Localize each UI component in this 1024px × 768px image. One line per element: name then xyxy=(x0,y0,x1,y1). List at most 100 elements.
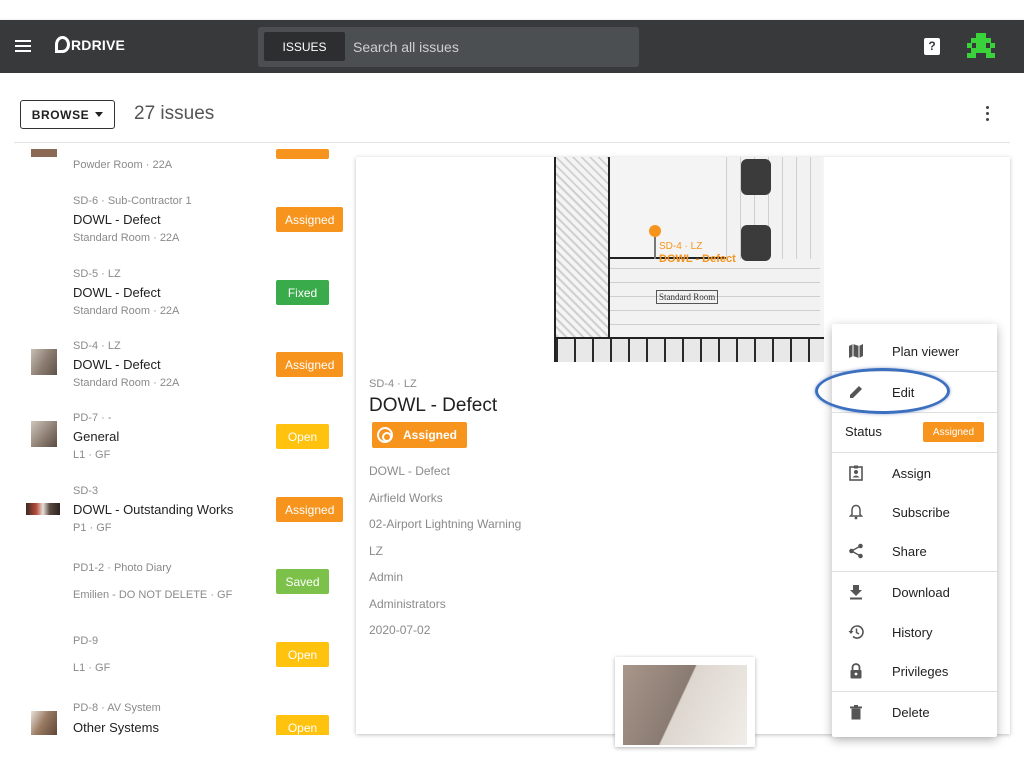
issue-meta: PD-9 xyxy=(73,635,99,647)
list-item[interactable]: SD-5 · LZ DOWL - Defect Standard Room · … xyxy=(14,266,344,338)
issue-location: P1 · GF xyxy=(73,522,112,534)
lock-icon xyxy=(850,663,862,679)
search-bar: ISSUES xyxy=(258,27,639,67)
photo-image xyxy=(623,665,747,745)
assigned-status-icon xyxy=(377,427,393,443)
pin-meta: SD-4 · LZ xyxy=(659,241,703,252)
trash-icon xyxy=(850,705,862,720)
menu-item-assign[interactable]: Assign xyxy=(832,453,997,493)
issue-thumbnail xyxy=(26,503,60,515)
menu-item-label: Subscribe xyxy=(892,504,950,520)
issue-title: DOWL - Defect xyxy=(73,357,161,372)
issue-title: General xyxy=(73,429,120,444)
list-item[interactable]: PD-7 · - General L1 · GF Open xyxy=(14,411,344,483)
detail-status-badge[interactable]: Assigned xyxy=(372,422,468,448)
plan-chair xyxy=(741,159,771,195)
issue-location: Standard Room · 22A xyxy=(73,377,180,389)
status-badge[interactable]: Assigned xyxy=(923,422,984,442)
plan-fixtures xyxy=(556,339,824,362)
issue-photo[interactable] xyxy=(615,657,755,747)
menu-item-label: Plan viewer xyxy=(892,343,960,359)
detail-field: Airfield Works xyxy=(369,491,443,505)
issue-thumbnail xyxy=(31,421,57,447)
plan-chair xyxy=(741,225,771,261)
issue-location: Standard Room · 22A xyxy=(73,232,180,244)
help-icon[interactable]: ? xyxy=(924,38,940,55)
menu-item-privileges[interactable]: Privileges xyxy=(832,651,997,691)
status-badge: Fixed xyxy=(276,280,329,305)
list-item[interactable]: Powder Room · 22A xyxy=(14,143,344,171)
top-app-bar: RDRIVE ISSUES ? xyxy=(0,20,1024,73)
menu-item-subscribe[interactable]: Subscribe xyxy=(832,492,997,532)
list-item[interactable]: PD1-2 · Photo Diary Emilien - DO NOT DEL… xyxy=(14,556,344,628)
list-item[interactable]: SD-3 DOWL - Outstanding Works P1 · GF As… xyxy=(14,484,344,556)
menu-item-share[interactable]: Share xyxy=(832,531,997,571)
search-input[interactable] xyxy=(353,32,633,61)
menu-item-label: Delete xyxy=(892,704,930,720)
issue-meta: SD-4 · LZ xyxy=(73,340,121,352)
issue-count: 27 issues xyxy=(134,103,215,124)
issue-meta: SD-3 xyxy=(73,485,99,497)
share-icon xyxy=(849,543,863,559)
menu-item-download[interactable]: Download xyxy=(832,572,997,612)
search-scope-tab[interactable]: ISSUES xyxy=(264,32,345,61)
menu-item-label: Assign xyxy=(892,465,932,481)
issue-meta: PD-8 · AV System xyxy=(73,702,161,714)
edit-highlight-oval xyxy=(815,368,950,414)
user-avatar[interactable] xyxy=(967,33,995,61)
bell-icon xyxy=(848,504,864,520)
detail-field: DOWL - Defect xyxy=(369,464,450,478)
browse-label: BROWSE xyxy=(31,107,90,122)
pin-label: SD-4 · LZ DOWL - Defect xyxy=(659,241,736,265)
pin-title: DOWL - Defect xyxy=(659,253,736,265)
list-item[interactable]: PD-9 L1 · GF Open xyxy=(14,629,344,701)
menu-item-history[interactable]: History xyxy=(832,612,997,652)
issue-thumbnail xyxy=(31,149,57,157)
status-badge: Open xyxy=(276,642,329,667)
menu-icon[interactable] xyxy=(15,40,31,52)
status-badge: Open xyxy=(276,715,329,735)
app-logo[interactable]: RDRIVE xyxy=(55,36,125,53)
more-vert-icon[interactable] xyxy=(986,106,990,124)
list-item[interactable]: PD-8 · AV System Other Systems Open xyxy=(14,701,344,735)
history-icon xyxy=(848,625,864,639)
caret-down-icon xyxy=(95,112,104,117)
plan-hatch xyxy=(556,157,610,362)
browse-button[interactable]: BROWSE xyxy=(20,100,115,129)
detail-field: Admin xyxy=(369,570,404,584)
issue-meta: PD-7 · - xyxy=(73,412,112,424)
status-badge: Open xyxy=(276,424,329,449)
issue-location: L1 · GF xyxy=(73,662,111,674)
detail-title: DOWL - Defect xyxy=(369,395,498,416)
issue-title: DOWL - Outstanding Works xyxy=(73,502,234,517)
list-item[interactable]: SD-4 · LZ DOWL - Defect Standard Room · … xyxy=(14,339,344,411)
issue-location: Emilien - DO NOT DELETE · GF xyxy=(73,589,233,601)
menu-item-label: Privileges xyxy=(892,663,949,679)
issue-list[interactable]: Powder Room · 22A SD-6 · Sub-Contractor … xyxy=(14,143,344,735)
detail-field: 2020-07-02 xyxy=(369,623,431,637)
logo-text: RDRIVE xyxy=(71,36,126,53)
download-icon xyxy=(850,585,862,600)
issue-location: Powder Room · 22A xyxy=(73,159,173,171)
issue-title: Other Systems xyxy=(73,720,159,735)
issue-meta: SD-6 · Sub-Contractor 1 xyxy=(73,195,192,207)
assignment-icon xyxy=(849,465,863,481)
location-pin-icon[interactable] xyxy=(649,225,661,237)
issue-thumbnail xyxy=(31,349,57,375)
menu-item-plan-viewer[interactable]: Plan viewer xyxy=(832,331,997,371)
status-badge: Assigned xyxy=(276,352,344,377)
status-badge xyxy=(276,149,329,159)
detail-field: LZ xyxy=(369,544,384,558)
issue-title: DOWL - Defect xyxy=(73,285,161,300)
status-badge: Saved xyxy=(276,569,329,594)
list-item[interactable]: SD-6 · Sub-Contractor 1 DOWL - Defect St… xyxy=(14,194,344,266)
menu-status-row[interactable]: Status Assigned xyxy=(832,412,997,452)
menu-item-label: Share xyxy=(892,543,927,559)
map-icon xyxy=(849,344,863,358)
plan-thumbnail[interactable]: SD-4 · LZ DOWL - Defect Standard Room xyxy=(554,157,824,362)
menu-item-label: Download xyxy=(892,584,950,600)
plan-room-label: Standard Room xyxy=(656,290,719,304)
issues-toolbar: BROWSE 27 issues xyxy=(0,73,1024,143)
logo-icon xyxy=(55,36,70,53)
menu-item-delete[interactable]: Delete xyxy=(832,692,997,732)
